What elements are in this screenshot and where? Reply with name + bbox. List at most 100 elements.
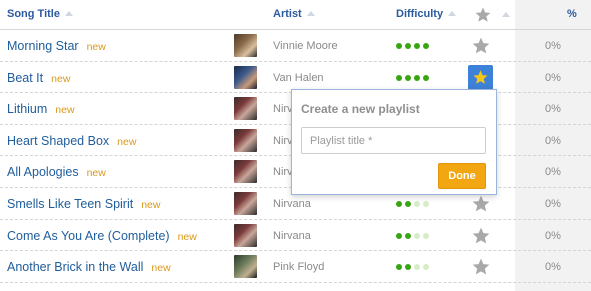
playlist-title-input[interactable] — [301, 127, 486, 154]
column-header-artist-label: Artist — [273, 8, 302, 20]
difficulty-dot — [396, 74, 402, 81]
album-thumbnail — [234, 97, 257, 121]
artist-name: Nirvana — [273, 229, 311, 242]
sort-arrow-icon — [306, 11, 315, 16]
popover-title: Create a new playlist — [301, 102, 420, 116]
difficulty-rating — [396, 264, 429, 271]
difficulty-dot — [405, 74, 411, 81]
favorite-star-button[interactable] — [471, 36, 491, 56]
new-badge: new — [86, 41, 106, 53]
difficulty-dot — [414, 74, 420, 81]
difficulty-dot — [396, 43, 402, 49]
star-icon — [472, 258, 490, 275]
song-title-link[interactable]: Lithium — [7, 102, 47, 116]
done-button[interactable]: Done — [438, 163, 486, 189]
song-title-cell: Another Brick in the Wall new — [7, 260, 171, 274]
song-title-cell: Heart Shaped Box new — [7, 134, 136, 148]
artist-name: Nirv — [273, 134, 293, 147]
new-badge: new — [177, 230, 197, 243]
new-badge: new — [86, 167, 106, 180]
song-title-cell: Lithium new — [7, 102, 75, 116]
table-row[interactable]: Come As You Are (Complete) new Nirvana 0% — [0, 220, 591, 252]
difficulty-dot — [423, 232, 429, 239]
new-badge: new — [141, 198, 161, 211]
star-icon — [472, 195, 490, 212]
song-title-cell: All Apologies new — [7, 165, 106, 179]
song-title-link[interactable]: Heart Shaped Box — [7, 134, 109, 148]
star-icon — [475, 7, 491, 22]
completion-percent: 0% — [545, 197, 561, 210]
album-thumbnail — [234, 128, 257, 152]
completion-percent: 0% — [545, 71, 561, 84]
difficulty-dot — [423, 264, 429, 271]
difficulty-dot — [414, 264, 420, 271]
sort-arrow-icon — [448, 11, 457, 16]
song-title-link[interactable]: Come As You Are (Complete) — [7, 229, 170, 243]
difficulty-rating — [396, 232, 429, 239]
album-thumbnail — [234, 191, 257, 215]
artist-name: Vinnie Moore — [273, 40, 338, 52]
star-icon — [472, 37, 490, 54]
difficulty-dot — [405, 43, 411, 49]
difficulty-dot — [414, 43, 420, 49]
star-icon — [472, 227, 490, 243]
difficulty-rating — [396, 200, 429, 207]
difficulty-dot — [405, 232, 411, 239]
completion-percent: 0% — [545, 40, 561, 52]
new-badge: new — [117, 135, 137, 148]
difficulty-dot — [405, 200, 411, 207]
song-title-link[interactable]: Another Brick in the Wall — [7, 260, 143, 274]
new-badge: new — [51, 72, 71, 85]
column-header-song-title-label: Song Title — [7, 8, 60, 20]
artist-name: Pink Floyd — [273, 261, 325, 274]
column-header-percent[interactable]: % — [567, 8, 577, 20]
difficulty-dot — [423, 200, 429, 207]
album-thumbnail — [234, 223, 257, 247]
column-header-difficulty-label: Difficulty — [396, 8, 444, 20]
favorite-star-button[interactable] — [471, 257, 491, 277]
column-header-difficulty[interactable]: Difficulty — [396, 8, 457, 20]
difficulty-dot — [423, 74, 429, 81]
column-header-song-title[interactable]: Song Title — [7, 8, 73, 20]
completion-percent: 0% — [545, 134, 561, 147]
song-title-link[interactable]: Beat It — [7, 71, 43, 85]
completion-percent: 0% — [545, 229, 561, 242]
difficulty-dot — [405, 264, 411, 271]
favorite-star-button[interactable] — [471, 194, 491, 214]
column-header-percent-label: % — [567, 8, 577, 20]
artist-name: Nirv — [273, 103, 293, 116]
table-header: Song Title Artist Difficulty % — [0, 0, 591, 30]
favorite-star-button[interactable] — [468, 64, 493, 90]
completion-percent: 0% — [545, 103, 561, 116]
song-title-link[interactable]: All Apologies — [7, 165, 79, 179]
song-title-cell: Come As You Are (Complete) new — [7, 229, 197, 243]
song-title-cell: Smells Like Teen Spirit new — [7, 197, 160, 211]
table-row[interactable]: Another Brick in the Wall new Pink Floyd … — [0, 251, 591, 283]
album-thumbnail — [234, 34, 257, 57]
completion-percent: 0% — [545, 261, 561, 274]
completion-percent: 0% — [545, 166, 561, 179]
favorite-star-button[interactable] — [471, 226, 491, 246]
artist-name: Nirvana — [273, 197, 311, 210]
create-playlist-popover: Create a new playlist Done — [291, 89, 497, 195]
artist-name: Van Halen — [273, 71, 324, 84]
new-badge: new — [151, 262, 171, 275]
album-thumbnail — [234, 65, 257, 89]
column-header-artist[interactable]: Artist — [273, 8, 315, 20]
difficulty-dot — [396, 232, 402, 239]
song-title-link[interactable]: Morning Star — [7, 39, 79, 53]
difficulty-dot — [423, 43, 429, 49]
new-badge: new — [55, 104, 75, 117]
star-icon — [473, 70, 488, 84]
song-title-cell: Beat It new — [7, 71, 70, 85]
song-title-link[interactable]: Smells Like Teen Spirit — [7, 197, 133, 211]
album-thumbnail — [234, 160, 257, 184]
album-thumbnail — [234, 255, 257, 279]
table-row[interactable]: Morning Star new Vinnie Moore 0% — [0, 30, 591, 62]
difficulty-dot — [396, 200, 402, 207]
column-header-favorite[interactable] — [474, 6, 492, 29]
sort-arrow-icon[interactable] — [502, 12, 510, 17]
difficulty-dot — [414, 232, 420, 239]
sort-arrow-icon — [64, 11, 73, 16]
song-title-cell: Morning Star new — [7, 39, 106, 53]
